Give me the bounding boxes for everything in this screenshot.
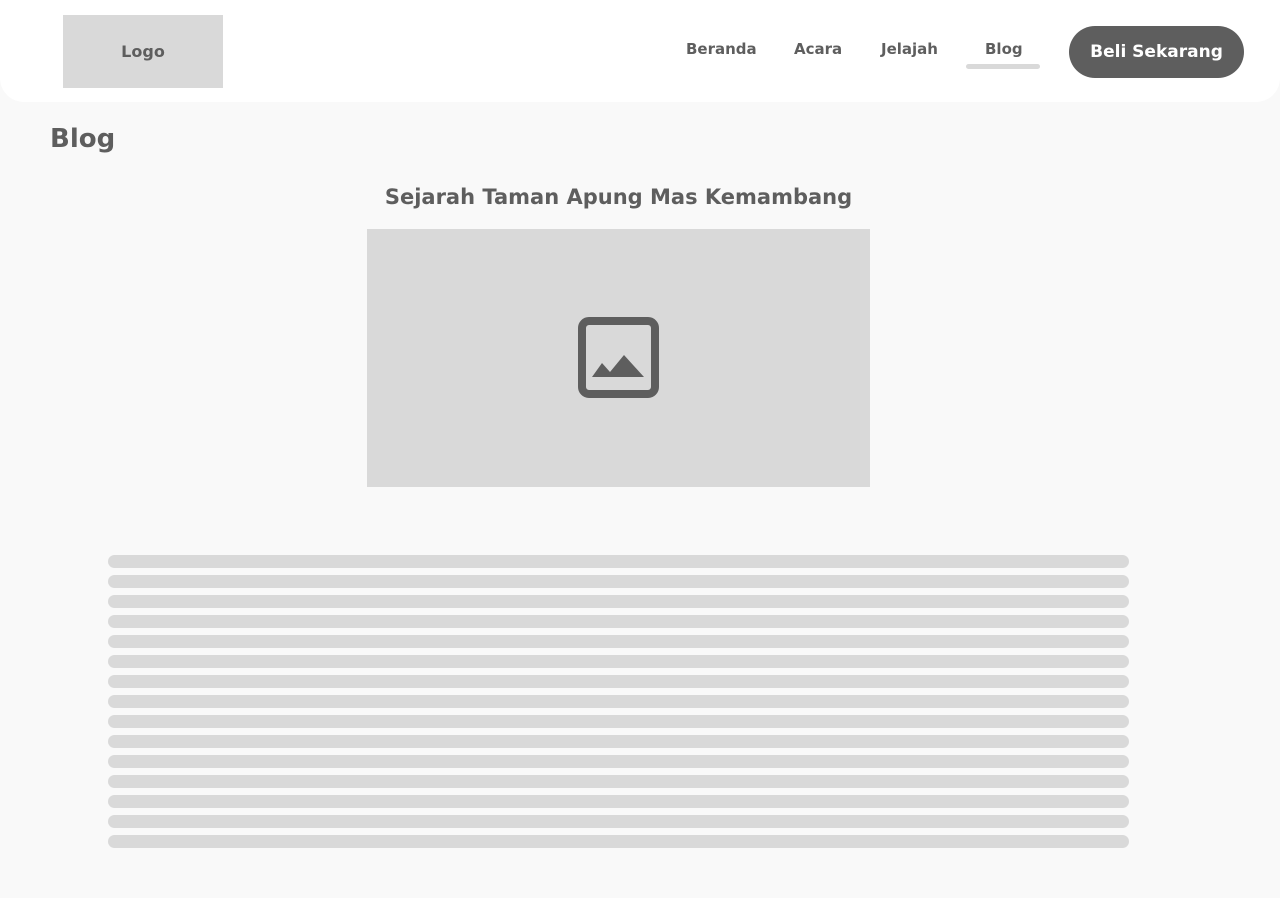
text-line-placeholder: [108, 735, 1129, 748]
text-line-placeholder: [108, 755, 1129, 768]
nav-item-acara[interactable]: Acara: [794, 38, 842, 60]
post-image-placeholder: [367, 229, 870, 487]
site-header: Logo Beranda Acara Jelajah Blog Beli Sek…: [0, 0, 1280, 102]
text-line-placeholder: [108, 695, 1129, 708]
nav-item-blog[interactable]: Blog: [985, 38, 1023, 60]
text-line-placeholder: [108, 595, 1129, 608]
text-line-placeholder: [108, 795, 1129, 808]
image-icon: [578, 317, 659, 398]
text-line-placeholder: [108, 715, 1129, 728]
text-line-placeholder: [108, 675, 1129, 688]
text-line-placeholder: [108, 635, 1129, 648]
buy-now-button[interactable]: Beli Sekarang: [1069, 26, 1244, 78]
logo[interactable]: Logo: [63, 15, 223, 88]
text-line-placeholder: [108, 615, 1129, 628]
text-line-placeholder: [108, 775, 1129, 788]
text-line-placeholder: [108, 815, 1129, 828]
nav-item-beranda[interactable]: Beranda: [686, 38, 757, 60]
page-title: Blog: [50, 124, 116, 154]
nav-item-jelajah[interactable]: Jelajah: [881, 38, 938, 60]
post-body-placeholder: [108, 555, 1129, 855]
text-line-placeholder: [108, 835, 1129, 848]
active-nav-indicator: [966, 64, 1040, 69]
post-title: Sejarah Taman Apung Mas Kemambang: [384, 185, 853, 209]
text-line-placeholder: [108, 555, 1129, 568]
text-line-placeholder: [108, 575, 1129, 588]
text-line-placeholder: [108, 655, 1129, 668]
